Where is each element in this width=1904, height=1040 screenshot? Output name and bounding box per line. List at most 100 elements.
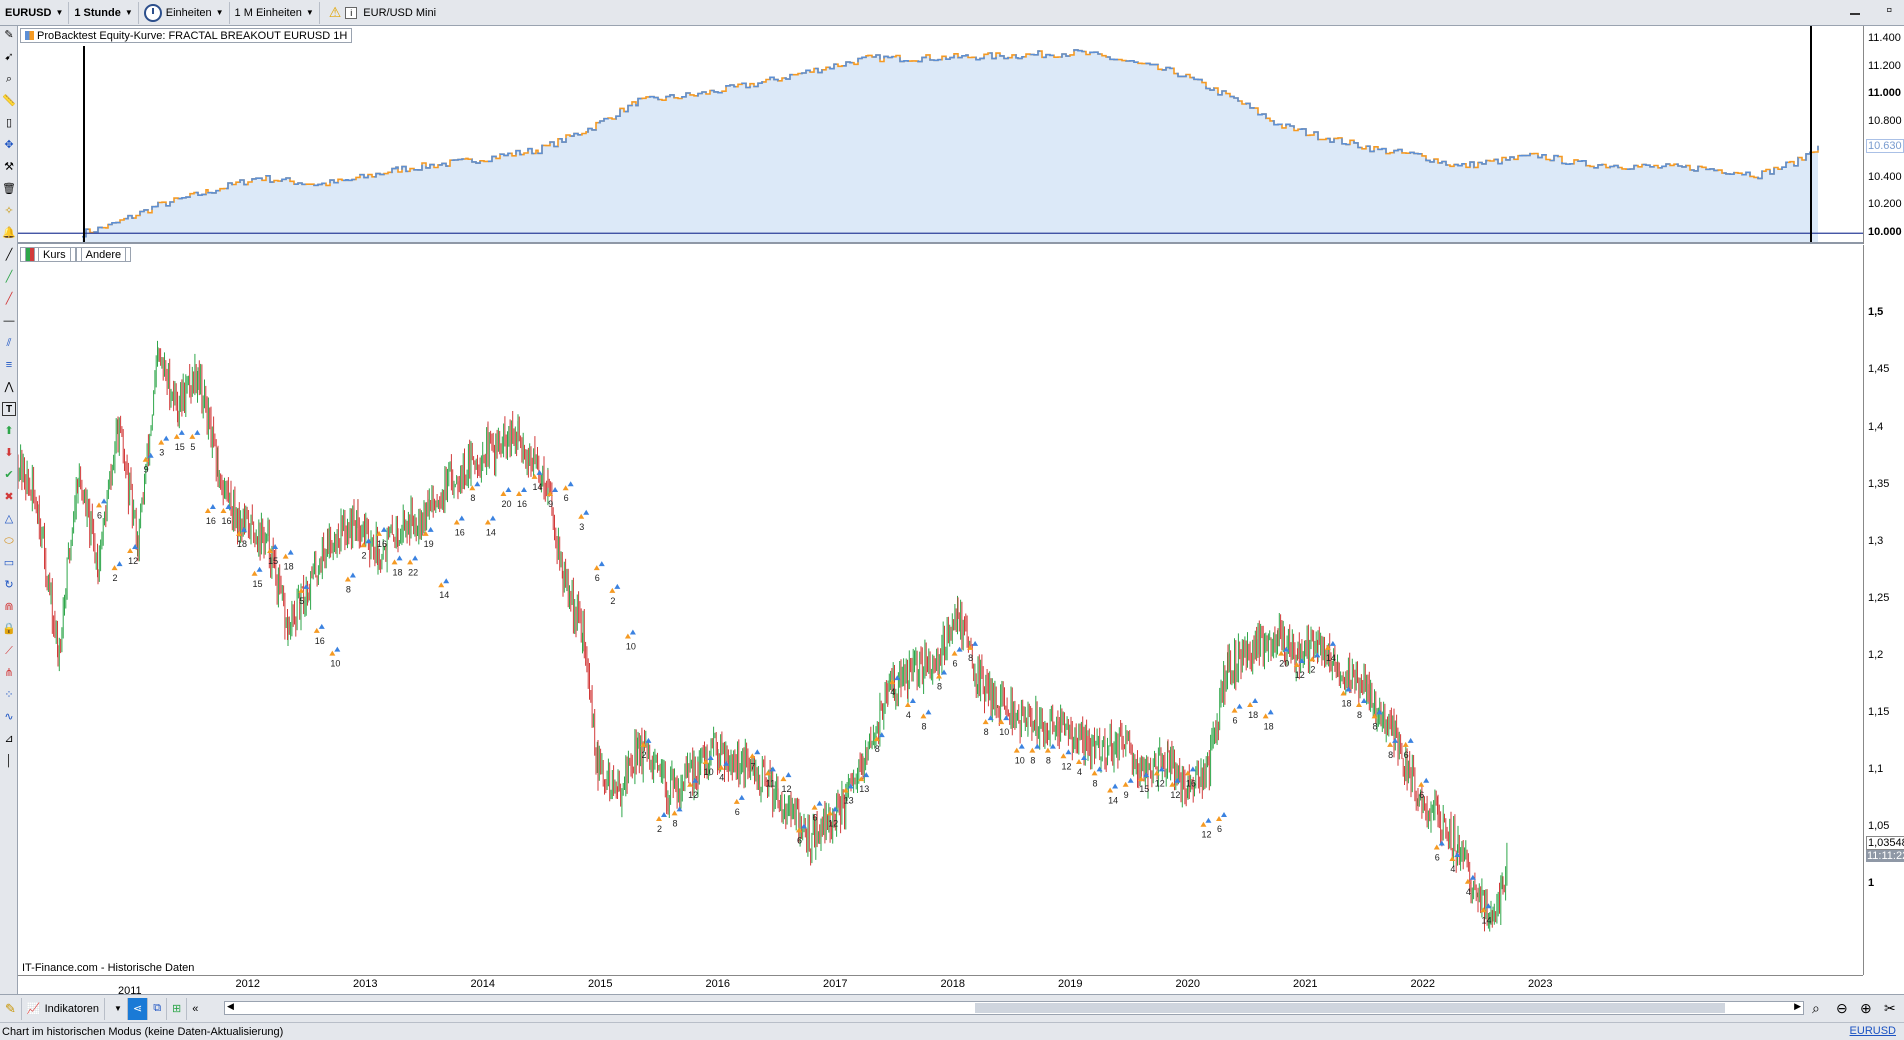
signal-marker[interactable]: 6 [733,794,745,817]
signal-marker[interactable]: 10 [329,646,340,669]
pencil-icon[interactable]: ✎ [0,997,22,1020]
signal-marker[interactable]: 5 [189,429,201,452]
signal-marker[interactable]: 16 [516,486,527,509]
scroll-right-icon[interactable]: ▶ [1794,1001,1801,1012]
wave-icon[interactable]: ∿ [2,710,16,724]
signal-marker[interactable]: 16 [220,504,231,526]
signal-marker[interactable]: 8 [344,572,356,594]
signal-marker[interactable]: 12 [1200,817,1211,840]
signal-marker[interactable]: 3 [578,509,590,532]
trendline-red-icon[interactable]: ╱ [2,292,16,306]
zoom-in-icon[interactable]: ⊕ [1860,1000,1872,1017]
channel-icon[interactable]: ⫽ [2,336,16,350]
zoom-fit-icon[interactable]: ⌕ [1812,1000,1820,1017]
vertical-line-icon[interactable]: │ [2,754,16,768]
signal-marker[interactable]: 2 [656,812,667,834]
signal-marker[interactable]: 6 [951,646,963,669]
andrews-icon[interactable]: ⋔ [2,666,16,680]
signal-marker[interactable]: 18 [391,555,403,577]
zoom-icon[interactable]: ⌕ [2,72,16,86]
signal-marker[interactable]: 8 [1091,766,1103,788]
signal-marker[interactable]: 18 [282,549,294,572]
export-icon[interactable]: ⊞ [167,997,188,1020]
settings-icon[interactable]: ✂ [1884,1000,1896,1017]
move-icon[interactable]: ✥ [2,138,16,152]
pattern-icon[interactable]: ⋀ [2,380,16,394]
signal-marker[interactable]: 9 [1122,777,1134,800]
signal-marker[interactable]: 4 [1449,851,1461,874]
signal-marker[interactable]: 14 [438,578,449,600]
signal-marker[interactable]: 18 [1247,697,1258,720]
scroll-fast-left-icon[interactable]: « [187,998,203,1020]
signal-marker[interactable]: 4 [904,697,916,720]
signal-marker[interactable]: 8 [1356,697,1367,720]
measure-icon[interactable]: ⊿ [2,732,16,746]
timeframe-selector[interactable]: 1 Stunde ▼ [69,1,139,24]
cursor-icon[interactable]: ➹ [2,50,16,64]
horizontal-scrollbar[interactable]: ◀ ▶ [224,1001,1804,1015]
signal-marker[interactable]: 13 [858,772,869,794]
symbol-selector[interactable]: EURUSD ▼ [0,1,70,24]
signal-marker[interactable]: 12 [127,543,138,566]
trash-icon[interactable]: 🗑 [2,182,16,196]
units-value-selector[interactable]: 1 M Einheiten ▼ [230,1,320,24]
signal-marker[interactable]: 12 [1153,766,1165,788]
minimize-icon[interactable] [1850,13,1860,15]
signal-marker[interactable]: 6 [1216,812,1227,834]
signal-marker[interactable]: 3 [158,435,170,458]
line-icon[interactable]: ╱ [2,248,16,262]
arrow-up-icon[interactable]: ⬆ [2,424,16,438]
signal-marker[interactable]: 15 [267,543,278,566]
equity-curve-panel[interactable]: ProBacktest Equity-Kurve: FRACTAL BREAKO… [18,26,1863,244]
signal-marker[interactable]: 2 [111,561,123,583]
close-icon[interactable]: ▫ [1886,2,1892,20]
indicators-dropdown[interactable]: ▼ [105,997,128,1020]
trendline-green-icon[interactable]: ╱ [2,270,16,284]
signal-marker[interactable]: 8 [1387,737,1399,760]
fibonacci-icon[interactable]: ≡ [2,358,16,372]
status-symbol-link[interactable]: EURUSD [1850,1025,1896,1037]
horizontal-line-icon[interactable]: — [2,314,16,328]
signal-marker[interactable]: 20 [500,486,511,509]
rotate-icon[interactable]: ↻ [2,578,16,592]
cross-icon[interactable]: ✖ [2,490,16,504]
layout-icon[interactable]: ⧉ [148,997,168,1020]
signal-marker[interactable]: 16 [453,515,465,537]
signal-marker[interactable]: 16 [204,504,216,526]
signal-marker[interactable]: 8 [671,806,683,828]
signal-marker[interactable]: 18 [1262,709,1274,731]
signal-marker[interactable]: 14 [1324,640,1336,663]
ellipse-icon[interactable]: ⬭ [2,534,16,548]
signal-marker[interactable]: 8 [1029,743,1041,766]
signal-marker[interactable]: 10 [1013,743,1025,766]
signal-marker[interactable]: 14 [1107,783,1118,806]
signal-marker[interactable]: 6 [1433,840,1445,863]
signal-marker[interactable]: 8 [982,715,994,737]
equity-panel-label[interactable]: ProBacktest Equity-Kurve: FRACTAL BREAKO… [20,28,353,43]
kurs-label[interactable]: Kurs [20,247,76,262]
check-icon[interactable]: ✔ [2,468,16,482]
andere-label[interactable]: Andere [75,247,132,262]
signal-marker[interactable]: 15 [251,566,263,589]
triangle-icon[interactable]: △ [2,512,16,526]
signal-marker[interactable]: 4 [1464,874,1476,897]
document-icon[interactable]: ▯ [2,116,16,130]
arrow-down-icon[interactable]: ⬇ [2,446,16,460]
gann-icon[interactable]: ⟋ [2,644,16,658]
signal-marker[interactable]: 10 [624,629,636,652]
hammer-icon[interactable]: ⚒ [2,160,16,174]
ruler-icon[interactable]: 📏 [2,94,16,108]
signal-marker[interactable]: 16 [313,623,325,646]
indicators-button[interactable]: 📈 Indikatoren [22,997,106,1020]
price-chart[interactable]: 62129315 516 161815151851610821618 22191416… [18,245,1863,975]
signal-marker[interactable]: 12 [1060,749,1071,771]
signal-marker[interactable]: 8 [873,732,885,754]
signal-marker[interactable]: 9 [547,486,559,509]
signal-marker[interactable]: 14 [484,515,496,537]
signal-marker[interactable]: 8 [920,709,932,731]
price-chart-panel[interactable]: Kurs Andere 6 2 12 9 3 15 5 16 16 18 15 15 18 5 16 10 8 2… [18,245,1863,975]
signal-marker[interactable]: 10 [998,715,1009,737]
signal-marker[interactable]: 12 [780,772,791,794]
text-icon[interactable]: T [2,402,16,416]
signal-marker[interactable]: 15 [173,429,185,452]
